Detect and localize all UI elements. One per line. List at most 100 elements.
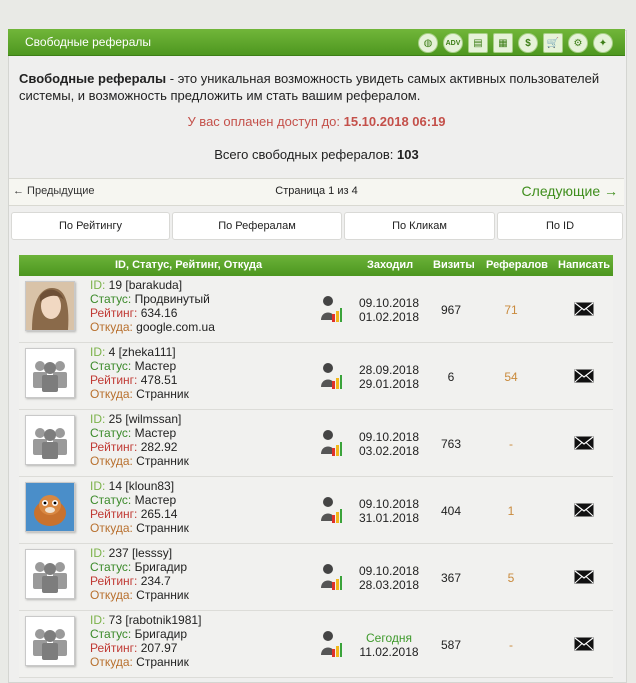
user-stats-icon[interactable] [320,294,342,324]
visits-count: 587 [440,638,462,652]
access-label: У вас оплачен доступ до: [187,114,344,129]
user-info: ID: 237 [lesssy] Статус: Бригадир Рейтинг:… [90,546,189,602]
user-id[interactable]: 19 [barakuda] [109,278,182,292]
table-header: ID, Статус, Рейтинг, Откуда Заходил Визи… [19,255,613,276]
intro-text: Свободные рефералы - это уникальная возм… [9,70,624,104]
last-visit: 28.09.2018 [358,363,420,377]
cart-icon[interactable]: 🛒 [543,33,563,53]
user-stats-icon[interactable] [320,562,342,592]
id-label: ID: [90,278,109,292]
table-row: ID: 73 [rabotnik1981] Статус: Бригадир Рей… [19,611,613,678]
user-status: Бригадир [134,560,188,574]
sort-by-id-button[interactable]: По ID [497,212,623,240]
user-stats-icon[interactable] [320,428,342,458]
mail-icon[interactable] [574,369,594,386]
lightbulb-icon[interactable]: ✦ [593,33,613,53]
status-label: Статус: [90,493,135,507]
avatar[interactable] [25,549,75,599]
sort-by-rating-button[interactable]: По Рейтингу [11,212,170,240]
visits-count: 404 [440,504,462,518]
pagination: Страница 1 из 4 ← Предыдущие Следующие → [9,178,624,206]
sort-by-referrals-button[interactable]: По Рефералам [172,212,342,240]
last-visit: 09.10.2018 [358,497,420,511]
table-icon[interactable]: ▤ [468,33,488,53]
user-status: Бригадир [134,627,188,641]
user-id[interactable]: 237 [lesssy] [109,546,172,560]
mail-icon[interactable] [574,302,594,319]
registered-date: 01.02.2018 [358,310,420,324]
from-label: Откуда: [90,387,137,401]
last-visit: 09.10.2018 [358,564,420,578]
user-stats-icon[interactable] [320,495,342,525]
access-line: У вас оплачен доступ до: 15.10.2018 06:1… [9,114,624,129]
sort-by-clicks-button[interactable]: По Кликам [344,212,495,240]
intro-bold: Свободные рефералы [19,71,167,86]
grid-icon[interactable]: ▦ [493,33,513,53]
from-label: Откуда: [90,588,137,602]
total-line: Всего свободных рефералов: 103 [9,147,624,162]
user-info: ID: 25 [wilmssan] Статус: Мастер Рейтинг: … [90,412,189,468]
panel-title: Свободные рефералы [25,35,151,49]
user-status: Продвинутый [134,292,210,306]
registered-date: 31.01.2018 [358,511,420,525]
referrals-count: - [509,437,513,451]
rating-label: Рейтинг: [90,641,141,655]
user-id[interactable]: 25 [wilmssan] [109,412,182,426]
user-stats-icon[interactable] [320,629,342,659]
referrals-count: 1 [507,504,515,518]
status-label: Статус: [90,560,135,574]
next-link[interactable]: Следующие → [522,183,618,199]
user-from: Странник [136,454,189,468]
user-from: Странник [136,588,189,602]
avatar[interactable] [25,281,75,331]
rating-label: Рейтинг: [90,440,141,454]
user-id[interactable]: 4 [zheka111] [109,345,176,359]
id-label: ID: [90,479,109,493]
user-from: google.com.ua [136,320,215,334]
sort-buttons: По Рейтингу По Рефералам По Кликам По ID [11,212,623,240]
header-referrals: Рефералов [486,259,548,271]
prev-link[interactable]: ← Предыдущие [13,185,95,197]
avatar[interactable] [25,616,75,666]
avatar[interactable] [25,482,75,532]
visits-count: 967 [440,303,462,317]
visit-dates: 09.10.2018 31.01.2018 [356,497,422,525]
visits-count: 763 [440,437,462,451]
status-label: Статус: [90,292,135,306]
mail-icon[interactable] [574,436,594,453]
adv-icon[interactable]: ADV [443,33,463,53]
from-label: Откуда: [90,655,137,669]
header-user: ID, Статус, Рейтинг, Откуда [115,259,263,271]
last-visit: Сегодня [366,631,412,645]
user-rating: 634.16 [140,306,178,320]
table-row: ID: 25 [wilmssan] Статус: Мастер Рейтинг: … [19,410,613,477]
mail-icon[interactable] [574,503,594,520]
rating-label: Рейтинг: [90,306,141,320]
user-from: Странник [136,387,189,401]
user-status: Мастер [134,359,177,373]
referrals-count: 5 [507,571,515,585]
total-label: Всего свободных рефералов: [214,147,398,162]
referrals-count: 71 [504,303,518,317]
user-from: Странник [136,521,189,535]
rating-label: Рейтинг: [90,507,141,521]
avatar[interactable] [25,415,75,465]
dollar-icon[interactable]: $ [518,33,538,53]
registered-date: 29.01.2018 [358,377,420,391]
user-id[interactable]: 73 [rabotnik1981] [109,613,202,627]
user-rating: 478.51 [140,373,178,387]
avatar[interactable] [25,348,75,398]
user-id[interactable]: 14 [kloun83] [109,479,174,493]
user-rating: 265.14 [140,507,178,521]
user-info: ID: 19 [barakuda] Статус: Продвинутый Рейт… [90,278,215,334]
registered-date: 11.02.2018 [359,645,419,659]
from-label: Откуда: [90,521,137,535]
rating-label: Рейтинг: [90,373,141,387]
mail-icon[interactable] [574,637,594,654]
user-stats-icon[interactable] [320,361,342,391]
mail-icon[interactable] [574,570,594,587]
settings-gear-icon[interactable]: ⚙ [568,33,588,53]
visit-dates: 28.09.2018 29.01.2018 [356,363,422,391]
visit-dates: Сегодня 11.02.2018 [356,631,422,659]
globe-icon[interactable]: ◍ [418,33,438,53]
